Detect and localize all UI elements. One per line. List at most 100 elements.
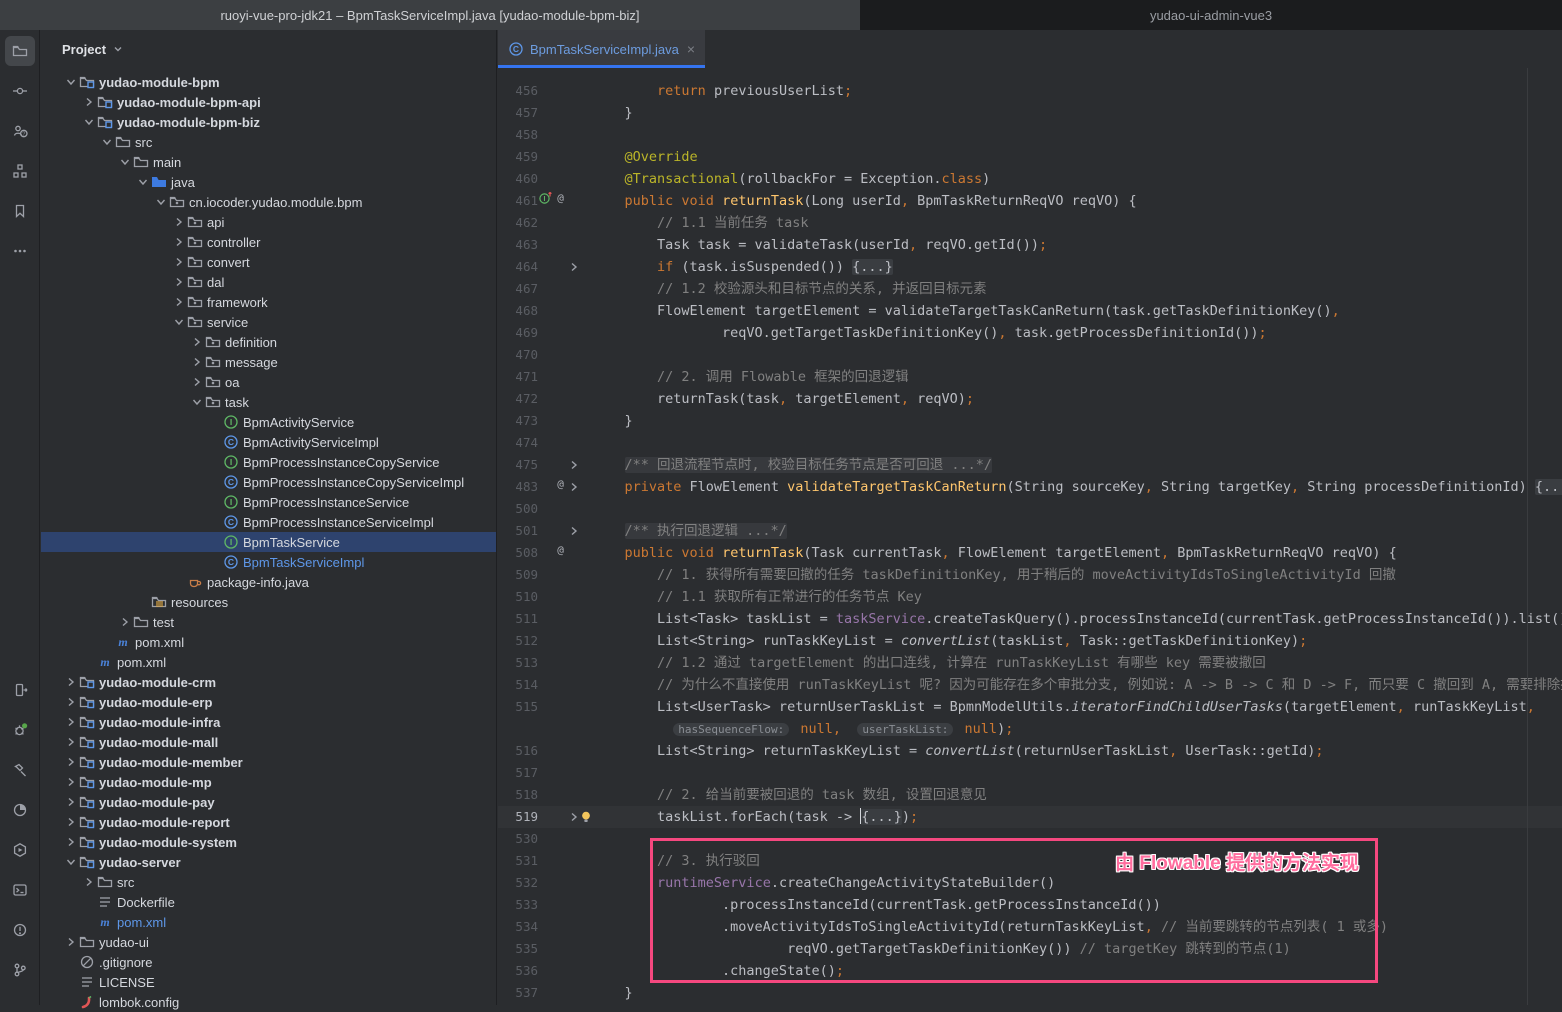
chevron-down-icon[interactable] (171, 314, 187, 330)
tree-item-java[interactable]: java (41, 172, 496, 192)
chevron-down-icon[interactable] (99, 134, 115, 150)
chevron-right-icon[interactable] (171, 254, 187, 270)
code-line-457[interactable]: 457 } (498, 102, 1562, 124)
chevron-right-icon[interactable] (63, 834, 79, 850)
chevron-right-icon[interactable] (63, 754, 79, 770)
chevron-down-icon[interactable] (189, 394, 205, 410)
chevron-right-icon[interactable] (189, 354, 205, 370)
chevron-right-icon[interactable] (63, 794, 79, 810)
chevron-right-icon[interactable] (63, 714, 79, 730)
code-line-464[interactable]: 464 if (task.isSuspended()) {...} (498, 256, 1562, 278)
code-line-537[interactable]: 537 } (498, 982, 1562, 1004)
tree-item-yudao-module-report[interactable]: yudao-module-report (41, 812, 496, 832)
chevron-right-icon[interactable] (81, 874, 97, 890)
tree-item-framework[interactable]: framework (41, 292, 496, 312)
code-line-483[interactable]: 483@ private FlowElement validateTargetT… (498, 476, 1562, 498)
tree-item-yudao-module-crm[interactable]: yudao-module-crm (41, 672, 496, 692)
debug-icon[interactable] (5, 715, 35, 745)
code-area[interactable]: 由 Flowable 提供的方法实现 456 return previousUs… (498, 68, 1562, 1005)
services-icon[interactable] (5, 675, 35, 705)
tree-item-yudao-module-infra[interactable]: yudao-module-infra (41, 712, 496, 732)
code-line-461[interactable]: 461I@ public void returnTask(Long userId… (498, 190, 1562, 212)
annotation-icon[interactable]: @ (553, 476, 568, 498)
code-line-532[interactable]: 532 runtimeService.createChangeActivityS… (498, 872, 1562, 894)
code-line-459[interactable]: 459 @Override (498, 146, 1562, 168)
project-panel-header[interactable]: Project (41, 30, 496, 68)
tree-item-service[interactable]: service (41, 312, 496, 332)
tree-item-test[interactable]: test (41, 612, 496, 632)
chevron-right-icon[interactable] (81, 94, 97, 110)
annotation-icon[interactable]: @ (553, 190, 568, 212)
tree-item-resources[interactable]: resources (41, 592, 496, 612)
fold-arrow-icon[interactable] (568, 520, 580, 542)
code-line-530[interactable]: 530 (498, 828, 1562, 850)
annotation-icon[interactable]: @ (553, 542, 568, 564)
code-line-467[interactable]: 467 // 1.2 校验源头和目标节点的关系, 并返回目标元素 (498, 278, 1562, 300)
intention-bulb-icon[interactable] (580, 806, 592, 828)
tree-item-oa[interactable]: oa (41, 372, 496, 392)
chevron-right-icon[interactable] (63, 814, 79, 830)
tree-item-yudao-module-mall[interactable]: yudao-module-mall (41, 732, 496, 752)
chevron-right-icon[interactable] (117, 614, 133, 630)
code-line-460[interactable]: 460 @Transactional(rollbackFor = Excepti… (498, 168, 1562, 190)
chevron-right-icon[interactable] (63, 774, 79, 790)
fold-arrow-icon[interactable] (568, 454, 580, 476)
code-line-471[interactable]: 471 // 2. 调用 Flowable 框架的回退逻辑 (498, 366, 1562, 388)
chevron-right-icon[interactable] (171, 294, 187, 310)
tree-item-lombok-config[interactable]: lombok.config (41, 992, 496, 1012)
tree-item-yudao-module-bpm-biz[interactable]: yudao-module-bpm-biz (41, 112, 496, 132)
tree-item-message[interactable]: message (41, 352, 496, 372)
code-line-517[interactable]: 517 (498, 762, 1562, 784)
terminal-icon[interactable] (5, 875, 35, 905)
chevron-down-icon[interactable] (81, 114, 97, 130)
code-line-463[interactable]: 463 Task task = validateTask(userId, req… (498, 234, 1562, 256)
code-line-515[interactable]: 515 List<UserTask> returnUserTaskList = … (498, 696, 1562, 718)
tree-item-yudao-module-bpm-api[interactable]: yudao-module-bpm-api (41, 92, 496, 112)
build-icon[interactable] (5, 755, 35, 785)
tree-item-bpmtaskserviceimpl[interactable]: CBpmTaskServiceImpl (41, 552, 496, 572)
code-line-456[interactable]: 456 return previousUserList; (498, 80, 1562, 102)
code-line-468[interactable]: 468 FlowElement targetElement = validate… (498, 300, 1562, 322)
tree-item-definition[interactable]: definition (41, 332, 496, 352)
code-line-472[interactable]: 472 returnTask(task, targetElement, reqV… (498, 388, 1562, 410)
code-line-462[interactable]: 462 // 1.1 当前任务 task (498, 212, 1562, 234)
tree-item-dockerfile[interactable]: Dockerfile (41, 892, 496, 912)
problems-icon[interactable] (5, 915, 35, 945)
chevron-right-icon[interactable] (63, 734, 79, 750)
code-line-continuation[interactable]: hasSequenceFlow: null, userTaskList: nul… (498, 718, 1562, 740)
code-line-508[interactable]: 508@ public void returnTask(Task current… (498, 542, 1562, 564)
tree-item-convert[interactable]: convert (41, 252, 496, 272)
code-line-519[interactable]: 519 taskList.forEach(task -> {...}); (498, 806, 1562, 828)
code-line-533[interactable]: 533 .processInstanceId(currentTask.getPr… (498, 894, 1562, 916)
tree-item-bpmprocessinstanceserviceimpl[interactable]: CBpmProcessInstanceServiceImpl (41, 512, 496, 532)
tab-bpmtaskserviceimpl[interactable]: C BpmTaskServiceImpl.java × (498, 30, 705, 68)
tree-item-yudao-module-mp[interactable]: yudao-module-mp (41, 772, 496, 792)
code-line-513[interactable]: 513 // 1.2 通过 targetElement 的出口连线, 计算在 r… (498, 652, 1562, 674)
tree-item-src[interactable]: src (41, 132, 496, 152)
code-line-535[interactable]: 535 reqVO.getTargetTaskDefinitionKey()) … (498, 938, 1562, 960)
tree-item-bpmactivityservice[interactable]: IBpmActivityService (41, 412, 496, 432)
tree-item-yudao-module-erp[interactable]: yudao-module-erp (41, 692, 496, 712)
tree-item-yudao-server[interactable]: yudao-server (41, 852, 496, 872)
tree-item-yudao-module-system[interactable]: yudao-module-system (41, 832, 496, 852)
chevron-right-icon[interactable] (63, 674, 79, 690)
tree-item-yudao-module-bpm[interactable]: yudao-module-bpm (41, 72, 496, 92)
code-line-514[interactable]: 514 // 为什么不直接使用 runTaskKeyList 呢? 因为可能存在… (498, 674, 1562, 696)
code-line-501[interactable]: 501 /** 执行回退逻辑 ...*/ (498, 520, 1562, 542)
tree-item-yudao-module-member[interactable]: yudao-module-member (41, 752, 496, 772)
code-line-512[interactable]: 512 List<String> runTaskKeyList = conver… (498, 630, 1562, 652)
code-line-516[interactable]: 516 List<String> returnTaskKeyList = con… (498, 740, 1562, 762)
tree-item-yudao-module-pay[interactable]: yudao-module-pay (41, 792, 496, 812)
chevron-right-icon[interactable] (63, 694, 79, 710)
code-line-511[interactable]: 511 List<Task> taskList = taskService.cr… (498, 608, 1562, 630)
code-line-469[interactable]: 469 reqVO.getTargetTaskDefinitionKey(), … (498, 322, 1562, 344)
tree-item-dal[interactable]: dal (41, 272, 496, 292)
code-line-500[interactable]: 500 (498, 498, 1562, 520)
tree-item-pom-xml[interactable]: mpom.xml (41, 652, 496, 672)
commit-icon[interactable] (5, 76, 35, 106)
code-line-458[interactable]: 458 (498, 124, 1562, 146)
fold-arrow-icon[interactable] (568, 476, 580, 498)
chevron-right-icon[interactable] (189, 334, 205, 350)
code-line-470[interactable]: 470 (498, 344, 1562, 366)
tree-item-controller[interactable]: controller (41, 232, 496, 252)
